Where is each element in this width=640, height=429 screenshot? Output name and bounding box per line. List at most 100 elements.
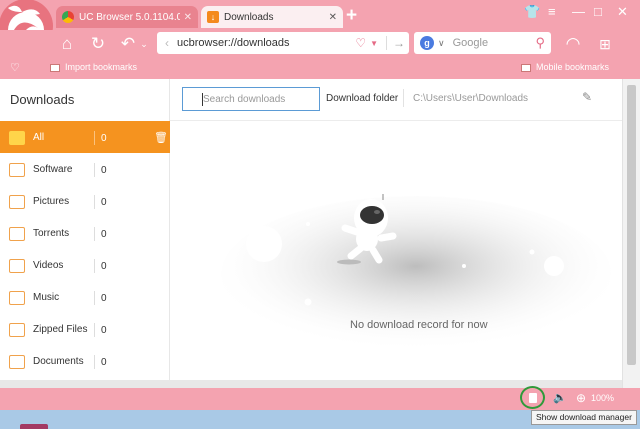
document-icon [9, 355, 25, 369]
chevron-down-icon[interactable]: ⌄ [134, 34, 154, 54]
navigation-bar: ⌂ ↻ ↶ ⌄ ‹ ucbrowser://downloads ♡ ▼ → g … [0, 30, 640, 57]
chrome-icon [62, 11, 74, 23]
category-all[interactable]: All 0 🗑 [0, 121, 170, 153]
refresh-icon[interactable]: ↻ [88, 34, 108, 54]
divider [94, 163, 95, 177]
edit-folder-icon[interactable]: ✎ [582, 90, 592, 104]
mobile-bookmarks-link[interactable]: Mobile bookmarks [520, 62, 609, 72]
category-count: 0 [101, 229, 107, 240]
divider [94, 355, 95, 369]
search-input[interactable]: Google [453, 37, 536, 49]
divider [94, 259, 95, 273]
google-icon[interactable]: g [420, 36, 434, 50]
download-folder-label: Download folder [326, 93, 399, 104]
divider [170, 120, 622, 121]
category-documents[interactable]: Documents 0 [0, 345, 170, 377]
zip-icon [9, 323, 25, 337]
trash-icon[interactable]: 🗑 [154, 131, 168, 144]
import-bookmarks-link[interactable]: Import bookmarks [50, 62, 137, 72]
divider [94, 227, 95, 241]
zoom-level[interactable]: 100% [591, 393, 614, 403]
zoom-icon[interactable]: ⊕ [576, 391, 586, 405]
category-torrents[interactable]: Torrents 0 [0, 217, 170, 249]
downloads-page: Downloads All 0 🗑 Software 0 Pictures 0 … [0, 79, 622, 380]
divider [94, 323, 95, 337]
chevron-down-icon[interactable]: ▼ [370, 39, 378, 48]
category-count: 0 [101, 325, 107, 336]
category-label: Zipped Files [33, 324, 88, 335]
maximize-button[interactable]: □ [594, 4, 602, 19]
bookmark-icon [50, 63, 60, 72]
download-manager-button[interactable] [520, 386, 545, 409]
tooltip: Show download manager [531, 410, 637, 425]
category-software[interactable]: Software 0 [0, 153, 170, 185]
sound-icon[interactable]: 🔈 [553, 391, 567, 404]
empty-state-message: No download record for now [350, 319, 488, 331]
category-count: 0 [101, 133, 107, 144]
divider [94, 131, 95, 145]
astronaut-illustration [221, 194, 611, 352]
import-bookmarks-label: Import bookmarks [65, 62, 138, 72]
category-label: Documents [33, 356, 84, 367]
address-bar[interactable]: ‹ ucbrowser://downloads ♡ ▼ → [157, 32, 409, 54]
category-count: 0 [101, 357, 107, 368]
divider [94, 291, 95, 305]
back-icon[interactable]: ‹ [165, 36, 169, 50]
category-pictures[interactable]: Pictures 0 [0, 185, 170, 217]
software-icon [9, 163, 25, 177]
skin-icon[interactable]: 👕 [524, 4, 540, 20]
minimize-button[interactable]: — [572, 4, 585, 19]
chevron-down-icon[interactable]: ∨ [438, 38, 445, 49]
download-manager-icon [529, 393, 537, 403]
go-arrow-icon[interactable]: → [386, 36, 405, 50]
video-icon [9, 259, 25, 273]
category-count: 0 [101, 165, 107, 176]
search-downloads-placeholder: Search downloads [203, 94, 286, 105]
downloads-sidebar: Downloads All 0 🗑 Software 0 Pictures 0 … [0, 79, 170, 380]
category-label: Software [33, 164, 73, 175]
home-icon[interactable]: ⌂ [57, 34, 77, 54]
search-icon[interactable]: ⚲ [535, 35, 545, 51]
torrent-icon [9, 227, 25, 241]
music-icon [9, 291, 25, 305]
bookmarks-bar: ♡ Import bookmarks Mobile bookmarks [0, 57, 640, 79]
tab-downloads[interactable]: ↓ Downloads ✕ [201, 6, 343, 28]
tab-uc-browser[interactable]: UC Browser 5.0.1104.0 - Th ✕ [56, 6, 198, 28]
desktop-icon[interactable] [20, 424, 48, 429]
category-label: All [33, 132, 45, 143]
scrollbar-thumb[interactable] [627, 85, 636, 365]
category-label: Music [33, 292, 60, 303]
mobile-icon [520, 63, 531, 72]
page-title: Downloads [10, 92, 75, 107]
category-count: 0 [101, 261, 107, 272]
tab-title: UC Browser 5.0.1104.0 - Th [79, 11, 180, 23]
close-tab-icon[interactable]: ✕ [184, 12, 192, 23]
apps-grid-icon[interactable]: ⊞ [595, 34, 615, 54]
category-videos[interactable]: Videos 0 [0, 249, 170, 281]
divider [94, 195, 95, 209]
category-label: Videos [33, 260, 64, 271]
tab-title: Downloads [224, 11, 274, 23]
search-downloads-input[interactable]: Search downloads [182, 87, 320, 111]
vertical-scrollbar[interactable] [622, 79, 640, 388]
picture-icon [9, 195, 25, 209]
folder-icon [9, 131, 25, 145]
close-tab-icon[interactable]: ✕ [329, 12, 337, 23]
download-icon: ↓ [207, 11, 219, 23]
mobile-bookmarks-label: Mobile bookmarks [535, 62, 609, 72]
category-label: Torrents [33, 228, 70, 239]
text-cursor [202, 93, 203, 106]
category-music[interactable]: Music 0 [0, 281, 170, 313]
close-window-button[interactable]: ✕ [617, 4, 628, 20]
category-zipped-files[interactable]: Zipped Files 0 [0, 313, 170, 345]
download-folder-path[interactable]: C:\Users\User\Downloads [413, 93, 528, 104]
address-input[interactable]: ucbrowser://downloads [177, 37, 355, 49]
favorite-icon[interactable]: ♡ [355, 36, 366, 50]
search-box[interactable]: g ∨ Google ⚲ [414, 32, 551, 54]
title-bar: UC Browser 5.0.1104.0 - Th ✕ ↓ Downloads… [0, 0, 640, 53]
new-tab-button[interactable]: + [346, 6, 357, 26]
category-count: 0 [101, 293, 107, 304]
wifi-icon[interactable]: ◠ [563, 34, 583, 54]
heart-icon[interactable]: ♡ [10, 61, 20, 74]
menu-icon[interactable]: ≡ [548, 4, 556, 19]
